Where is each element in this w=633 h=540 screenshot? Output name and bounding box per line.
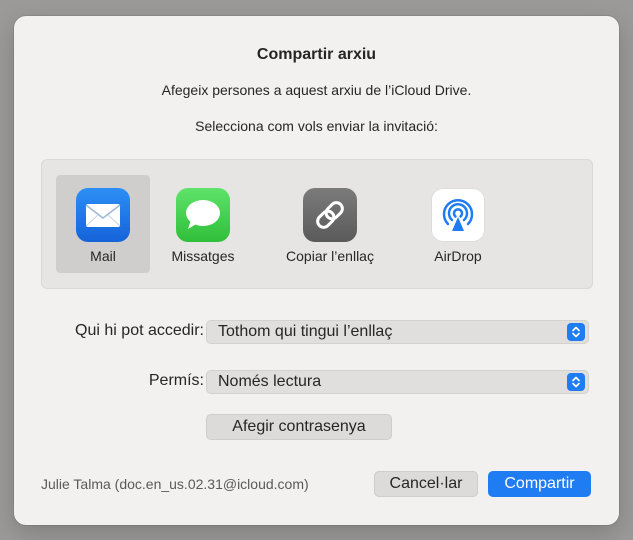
access-value: Tothom qui tingui l’enllaç bbox=[218, 323, 393, 340]
link-icon bbox=[303, 188, 357, 242]
mail-icon bbox=[76, 188, 130, 242]
dialog-instruction: Selecciona com vols enviar la invitació: bbox=[195, 118, 438, 134]
share-option-airdrop[interactable]: AirDrop bbox=[412, 175, 504, 273]
share-option-label: AirDrop bbox=[434, 248, 482, 264]
airdrop-icon bbox=[431, 188, 485, 242]
share-option-label: Mail bbox=[90, 248, 116, 264]
add-password-button[interactable]: Afegir contrasenya bbox=[206, 414, 392, 440]
share-option-mail[interactable]: Mail bbox=[56, 175, 150, 273]
share-option-copy-link[interactable]: Copiar l’enllaç bbox=[268, 175, 392, 273]
permission-popup[interactable]: Només lectura bbox=[206, 370, 589, 394]
dialog-title: Compartir arxiu bbox=[256, 46, 377, 63]
share-option-label: Copiar l’enllaç bbox=[286, 248, 374, 264]
chevron-up-down-icon bbox=[567, 373, 585, 391]
dialog-subtitle: Afegeix persones a aquest arxiu de l’iCl… bbox=[161, 82, 472, 98]
share-method-panel: Mail Missatges Copiar l’enllaç AirDrop bbox=[41, 159, 593, 289]
share-option-label: Missatges bbox=[171, 248, 235, 264]
permission-value: Només lectura bbox=[218, 373, 322, 390]
account-info: Julie Talma (doc.en_us.02.31@icloud.com) bbox=[41, 476, 309, 492]
share-file-dialog: Compartir arxiu Afegeix persones a aques… bbox=[14, 16, 619, 525]
messages-icon bbox=[176, 188, 230, 242]
share-option-messages[interactable]: Missatges bbox=[158, 175, 248, 273]
cancel-button[interactable]: Cancel·lar bbox=[374, 471, 478, 497]
share-button[interactable]: Compartir bbox=[488, 471, 591, 497]
permission-label: Permís: bbox=[148, 372, 204, 389]
access-label: Qui hi pot accedir: bbox=[75, 322, 204, 339]
access-popup[interactable]: Tothom qui tingui l’enllaç bbox=[206, 320, 589, 344]
chevron-up-down-icon bbox=[567, 323, 585, 341]
